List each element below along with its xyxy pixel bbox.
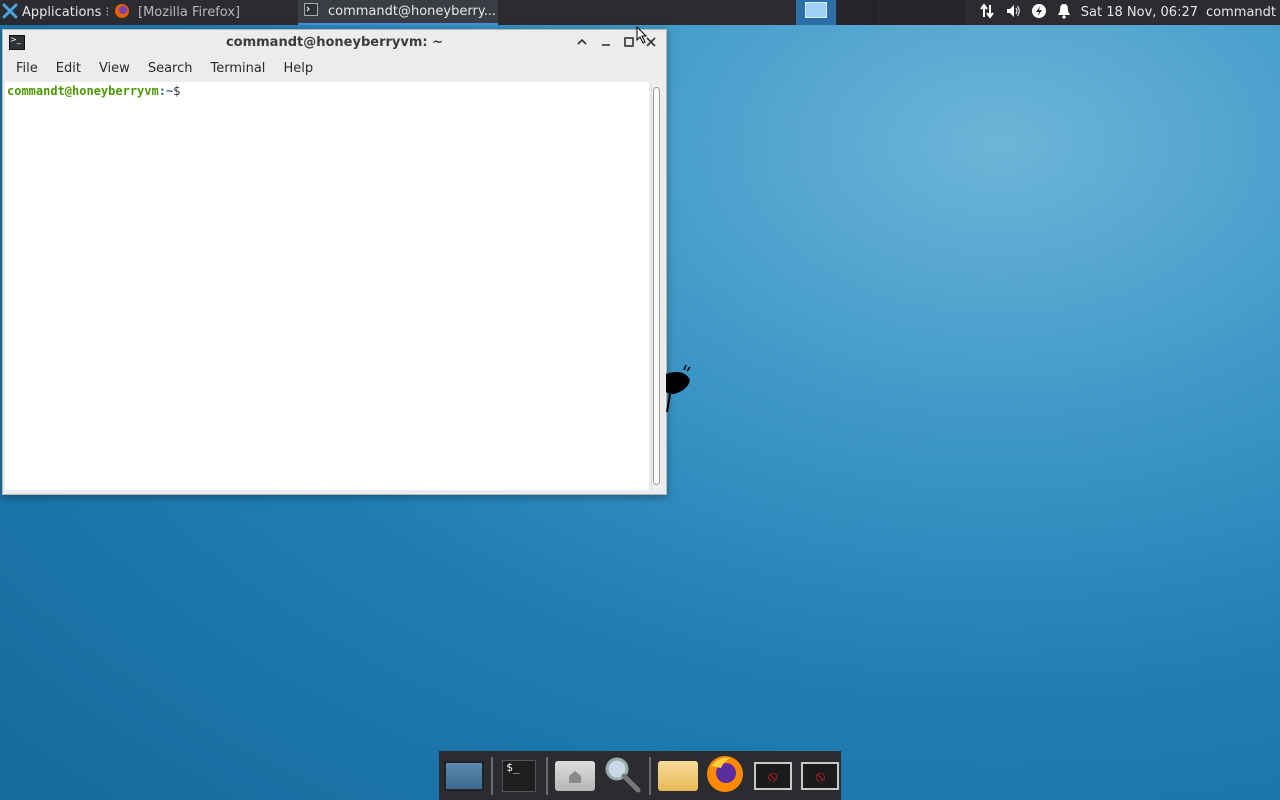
top-panel: Applications ⁝ [Mozilla Firefox] command… bbox=[0, 0, 1280, 25]
workspace-4-button[interactable] bbox=[922, 0, 965, 25]
workspace-1-window-preview bbox=[804, 1, 827, 18]
dock-app-finder-button[interactable] bbox=[602, 755, 644, 797]
menubar: File Edit View Search Terminal Help bbox=[3, 56, 666, 80]
terminal-emulator-icon: $_ bbox=[502, 759, 537, 792]
terminal-scrollbar[interactable] bbox=[651, 85, 661, 489]
prompt-user: commandt@honeyberryvm bbox=[7, 84, 159, 98]
workspace-1-button[interactable] bbox=[795, 0, 836, 25]
show-desktop-icon bbox=[443, 760, 484, 791]
dock-separator bbox=[546, 756, 548, 795]
terminal-window: >_ commandt@honeyberryvm: ~ File Edit Vi… bbox=[2, 29, 667, 495]
terminal-output-area[interactable]: commandt@honeyberryvm:~$ bbox=[5, 82, 649, 490]
dock-terminal-button[interactable]: $_ bbox=[499, 755, 541, 797]
firefox-icon bbox=[114, 3, 130, 23]
menu-search[interactable]: Search bbox=[139, 61, 202, 76]
clock[interactable]: Sat 18 Nov, 06:27 bbox=[1081, 5, 1206, 20]
scrollbar-thumb[interactable] bbox=[653, 87, 660, 485]
home-folder-icon bbox=[554, 760, 595, 791]
window-titlebar[interactable]: >_ commandt@honeyberryvm: ~ bbox=[3, 30, 666, 56]
dock-separator bbox=[649, 756, 652, 795]
prompt-line: commandt@honeyberryvm:~$ bbox=[7, 84, 180, 98]
menu-file[interactable]: File bbox=[7, 61, 47, 76]
minimize-button[interactable] bbox=[597, 33, 615, 51]
applications-menu-button[interactable]: Applications ⁝ bbox=[0, 0, 108, 25]
dock-missing-app-button-1[interactable]: ⦸ bbox=[752, 755, 794, 797]
workspace-3-button[interactable] bbox=[879, 0, 922, 25]
dock-firefox-button[interactable] bbox=[705, 755, 747, 797]
folder-icon bbox=[657, 760, 698, 791]
workspace-2-button[interactable] bbox=[836, 0, 879, 25]
dock-show-desktop-button[interactable] bbox=[443, 755, 485, 797]
menu-terminal[interactable]: Terminal bbox=[201, 61, 274, 76]
window-title: commandt@honeyberryvm: ~ bbox=[225, 35, 444, 50]
terminal-icon bbox=[304, 3, 318, 20]
taskbar-item-firefox-label: [Mozilla Firefox] bbox=[138, 5, 241, 20]
shade-button[interactable] bbox=[573, 33, 591, 51]
volume-icon[interactable] bbox=[1005, 3, 1021, 23]
no-entry-icon: ⦸ bbox=[753, 761, 792, 790]
taskbar-item-terminal-label: commandt@honeyberry... bbox=[328, 4, 497, 19]
xfce-mouse-mascot-icon bbox=[664, 364, 694, 418]
dock-home-folder-button[interactable] bbox=[554, 755, 596, 797]
firefox-icon bbox=[705, 754, 745, 798]
prompt-sign: $ bbox=[173, 84, 181, 98]
applications-label: Applications bbox=[22, 5, 102, 20]
system-tray bbox=[965, 2, 1081, 23]
dock-separator bbox=[490, 756, 493, 795]
mouse-cursor-icon bbox=[636, 25, 648, 48]
bottom-dock: $_ ⦸ ⦸ bbox=[439, 751, 841, 800]
taskbar-item-firefox[interactable]: [Mozilla Firefox] bbox=[108, 0, 298, 25]
dock-missing-app-button-2[interactable]: ⦸ bbox=[800, 755, 842, 797]
magnifier-icon bbox=[602, 754, 642, 798]
no-entry-icon: ⦸ bbox=[801, 761, 840, 790]
user-menu[interactable]: commandt bbox=[1206, 5, 1280, 20]
prompt-path: :~ bbox=[158, 84, 174, 98]
network-updown-icon[interactable] bbox=[979, 2, 995, 23]
taskbar-item-terminal[interactable]: commandt@honeyberry... bbox=[298, 0, 498, 25]
power-icon[interactable] bbox=[1031, 3, 1047, 23]
dock-file-manager-button[interactable] bbox=[657, 755, 699, 797]
xfce-x-icon bbox=[2, 3, 18, 23]
menu-view[interactable]: View bbox=[90, 61, 139, 76]
bell-icon[interactable] bbox=[1057, 3, 1071, 23]
menu-edit[interactable]: Edit bbox=[47, 61, 90, 76]
menu-help[interactable]: Help bbox=[274, 61, 322, 76]
